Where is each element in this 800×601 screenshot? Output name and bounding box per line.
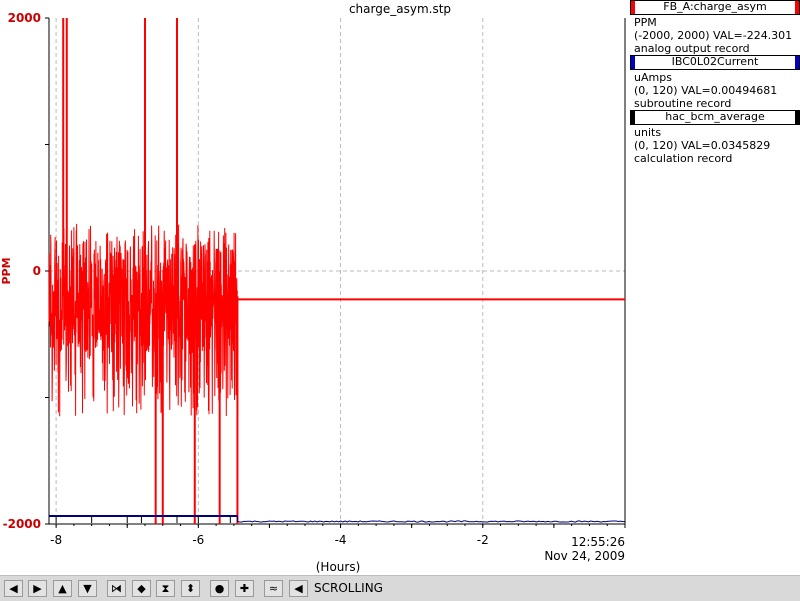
scroll-down-button[interactable]: ▼	[78, 580, 97, 597]
legend-name: hac_bcm_average	[665, 110, 765, 123]
arrow-down-icon: ▼	[83, 582, 92, 595]
legend-header[interactable]: FB_A:charge_asym	[630, 0, 800, 15]
legend-header[interactable]: IBC0L02Current	[630, 55, 800, 70]
add-button[interactable]: ✚	[235, 580, 254, 597]
timestamp-time: 12:55:26	[571, 535, 625, 549]
legend-range-value: (0, 120) VAL=0.00494681	[634, 84, 778, 97]
arrow-up-icon: ▲	[58, 582, 67, 595]
scroll-up-button[interactable]: ▲	[53, 580, 72, 597]
series-ibc-current-off	[237, 520, 626, 523]
pan-button[interactable]: ◀	[289, 580, 308, 597]
x-tick-label: -8	[50, 533, 62, 547]
zoom-x-out-button[interactable]: ◆	[132, 580, 151, 597]
x-tick-label: -2	[477, 533, 489, 547]
legend-header[interactable]: hac_bcm_average	[630, 110, 800, 125]
zoom-x-in-icon: ⧒	[111, 582, 122, 595]
legend-swatch	[795, 1, 799, 14]
legend-units: PPM	[634, 16, 657, 29]
status-text: SCROLLING	[314, 581, 383, 595]
pan-left-icon: ◀	[294, 582, 303, 595]
zoom-x-out-icon: ◆	[137, 582, 146, 595]
zoom-y-out-button[interactable]: ⬍	[181, 580, 200, 597]
legend-range-value: (-2000, 2000) VAL=-224.301	[634, 29, 793, 42]
legend-record: calculation record	[634, 152, 733, 165]
x-tick-label: -6	[192, 533, 204, 547]
legend-units: uAmps	[634, 71, 672, 84]
plus-icon: ✚	[239, 582, 250, 595]
series-charge-asym-noise	[48, 223, 238, 417]
legend-name: FB_A:charge_asym	[663, 0, 767, 13]
legend-swatch	[795, 111, 799, 124]
legend-swatch	[631, 56, 635, 69]
legend-record: subroutine record	[634, 97, 732, 110]
scroll-left-button[interactable]: ◀	[4, 580, 23, 597]
zoom-y-in-icon: ⧗	[161, 582, 170, 595]
x-tick-label: -4	[335, 533, 347, 547]
circle-icon: ●	[214, 582, 225, 595]
y-axis-label: PPM	[0, 257, 13, 284]
y-tick-label: 2000	[8, 11, 41, 25]
style-icon: ≈	[268, 582, 279, 595]
timestamp-date: Nov 24, 2009	[544, 549, 625, 563]
style-button[interactable]: ≈	[264, 580, 283, 597]
legend-range-value: (0, 120) VAL=0.0345829	[634, 139, 771, 152]
legend-record: analog output record	[634, 42, 750, 55]
y-tick-label: -2000	[3, 517, 41, 531]
legend-name: IBC0L02Current	[671, 55, 759, 68]
legend-swatch	[631, 1, 635, 14]
legend-swatch	[631, 111, 635, 124]
axes	[45, 17, 626, 528]
zoom-x-in-button[interactable]: ⧒	[107, 580, 126, 597]
legend-units: units	[634, 126, 662, 139]
zoom-y-in-button[interactable]: ⧗	[156, 580, 175, 597]
legend-swatch	[795, 56, 799, 69]
legend-panel: FB_A:charge_asym PPM (-2000, 2000) VAL=-22…	[630, 0, 800, 170]
bottom-toolbar: ◀ ▶ ▲ ▼ ⧒ ◆ ⧗ ⬍ ● ✚ ≈ ◀ SCROLLING	[0, 575, 800, 601]
zoom-y-out-icon: ⬍	[185, 582, 196, 595]
arrow-left-icon: ◀	[9, 582, 18, 595]
y-tick-label: 0	[33, 264, 41, 278]
x-axis-label: (Hours)	[316, 560, 361, 574]
autoscale-button[interactable]: ●	[210, 580, 229, 597]
scroll-right-button[interactable]: ▶	[28, 580, 47, 597]
arrow-right-icon: ▶	[33, 582, 42, 595]
